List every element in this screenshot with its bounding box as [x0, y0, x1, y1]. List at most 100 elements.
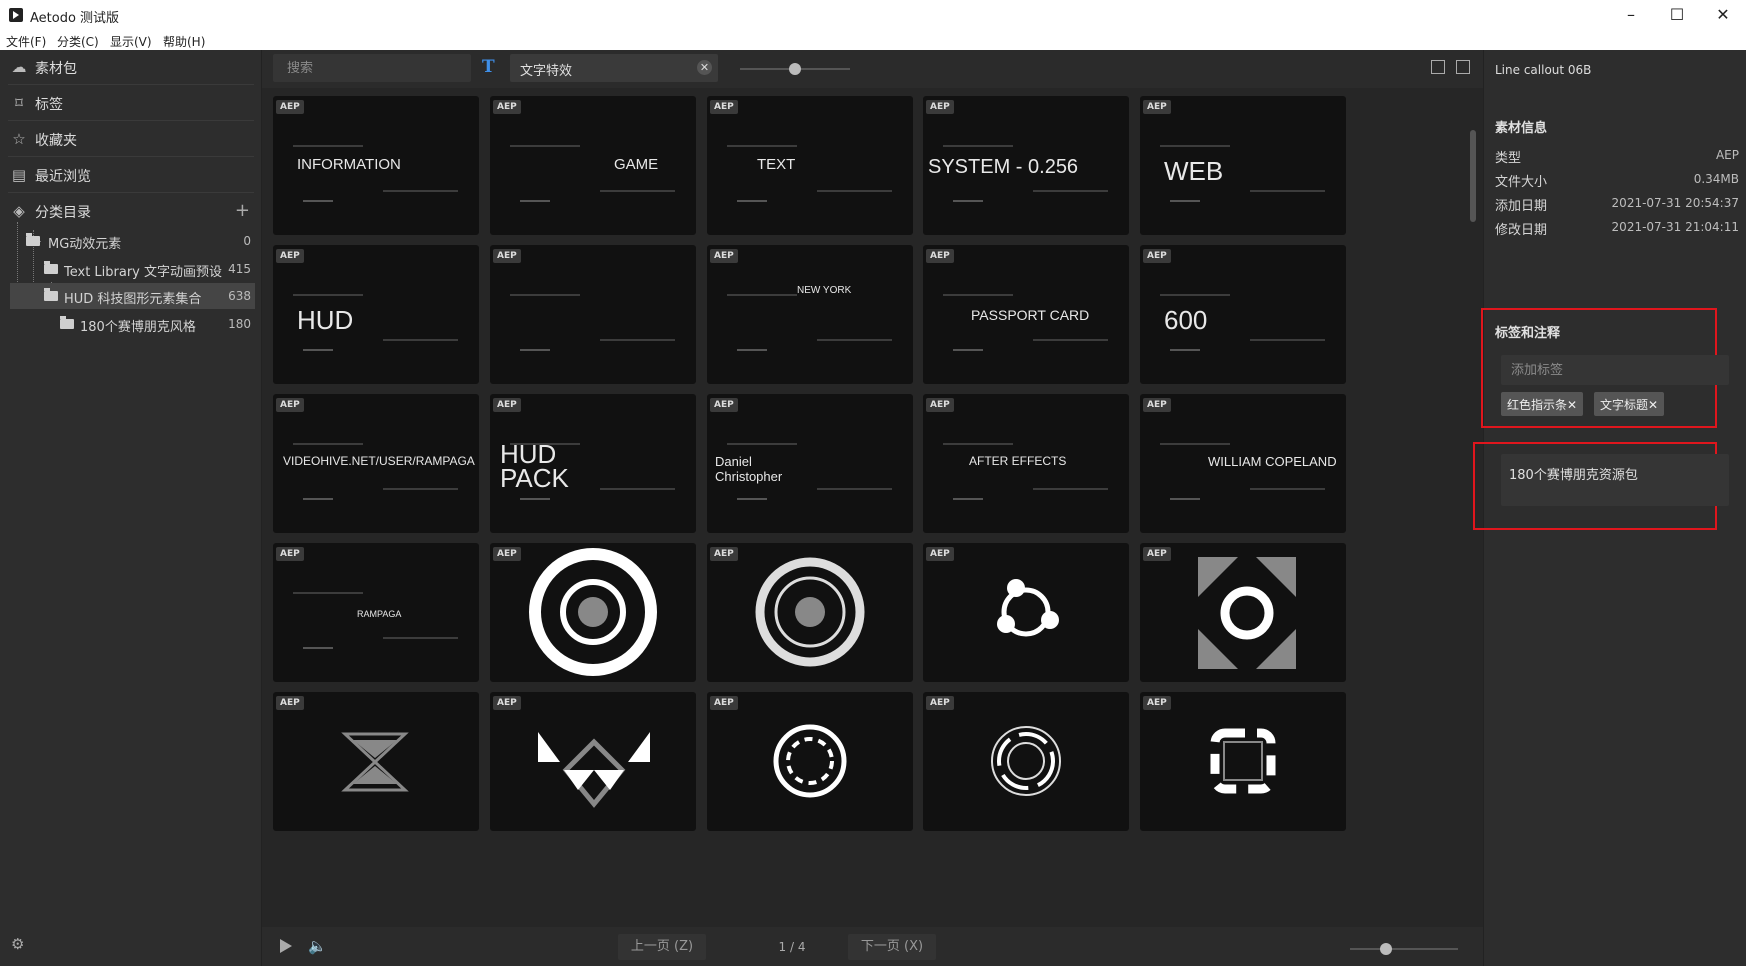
play-icon[interactable]	[280, 939, 292, 953]
thumbnail-caption: SYSTEM - 0.256	[928, 156, 1079, 178]
asset-card[interactable]: AEP	[1140, 692, 1346, 831]
toggle-right-panel-icon[interactable]	[1456, 60, 1470, 74]
search-input[interactable]	[273, 54, 471, 82]
asset-card[interactable]: AEP	[707, 543, 913, 682]
close-button[interactable]: ✕	[1700, 0, 1746, 30]
format-badge: AEP	[276, 100, 304, 114]
asset-card[interactable]: AEP RAMPAGA	[273, 543, 479, 682]
thumbnail-caption: AFTER EFFECTS	[969, 454, 1067, 468]
tag-pill[interactable]: 文字标题✕	[1594, 392, 1665, 416]
tag-pill[interactable]: 红色指示条✕	[1501, 392, 1584, 416]
asset-card[interactable]: AEP	[490, 245, 696, 384]
slider-handle[interactable]	[1380, 943, 1392, 955]
toolbar: T 文字特效 ✕	[262, 50, 1483, 88]
grid-scrollbar[interactable]	[1470, 130, 1476, 222]
volume-icon[interactable]: 🔈	[308, 937, 327, 955]
info-key: 文件大小	[1495, 175, 1548, 190]
add-tag-input[interactable]	[1501, 355, 1729, 385]
asset-card[interactable]: AEP	[1140, 543, 1346, 682]
asset-thumbnail	[997, 579, 1059, 637]
menu-file[interactable]: 文件(F)	[6, 33, 46, 50]
asset-thumbnail	[773, 724, 847, 798]
asset-thumbnail	[727, 145, 892, 202]
tree-label: 180个赛博朋克风格	[80, 320, 196, 335]
gear-icon[interactable]: ⚙	[11, 935, 24, 953]
asset-card[interactable]: AEP SYSTEM - 0.256	[923, 96, 1129, 235]
info-row: 文件大小 0.34MB	[1495, 171, 1739, 191]
page-indicator: 1 / 4	[778, 940, 806, 954]
thumbnail-caption: HUD	[297, 305, 354, 335]
menu-help[interactable]: 帮助(H)	[163, 33, 205, 50]
thumbnail-size-slider[interactable]	[740, 63, 850, 75]
note-field[interactable]: 180个赛博朋克资源包	[1501, 454, 1729, 506]
active-filter-chip[interactable]: 文字特效 ✕	[510, 54, 718, 82]
nav-packages[interactable]: ☁ 素材包	[0, 50, 262, 84]
thumbnail-caption: HUD PACK	[500, 439, 569, 493]
folder-icon	[60, 316, 74, 329]
menu-bar: 文件(F) 分类(C) 显示(V) 帮助(H)	[0, 30, 1746, 50]
asset-thumbnail	[529, 548, 657, 676]
asset-card[interactable]: AEP PASSPORT CARD	[923, 245, 1129, 384]
info-heading: 素材信息	[1495, 121, 1548, 136]
asset-card[interactable]: AEP	[707, 692, 913, 831]
format-badge: AEP	[926, 696, 954, 710]
nav-categories[interactable]: ◈ 分类目录 +	[0, 194, 262, 228]
menu-view[interactable]: 显示(V)	[110, 33, 152, 50]
layers-icon: ◈	[13, 202, 25, 220]
thumbnail-caption: TEXT	[757, 156, 796, 173]
slider-handle[interactable]	[789, 63, 801, 75]
asset-card[interactable]: AEP GAME	[490, 96, 696, 235]
nav-label: 分类目录	[35, 205, 91, 221]
nav-label: 素材包	[35, 61, 77, 77]
item-name: Line callout 06B	[1495, 63, 1592, 77]
nav-label: 标签	[35, 97, 63, 113]
toggle-left-panel-icon[interactable]	[1431, 60, 1445, 74]
tree-item-cyberpunk[interactable]: 180个赛博朋克风格 180	[10, 311, 255, 337]
thumbnail-caption: NEW YORK	[797, 285, 852, 296]
asset-card[interactable]: AEP HUD	[273, 245, 479, 384]
tree-item-mg[interactable]: MG动效元素 0	[10, 228, 255, 254]
asset-card[interactable]: AEP WILLIAM COPELAND	[1140, 394, 1346, 533]
asset-thumbnail	[991, 726, 1061, 796]
nav-favorites[interactable]: ☆ 收藏夹	[0, 122, 262, 156]
asset-card[interactable]: AEP INFORMATION	[273, 96, 479, 235]
search-box[interactable]	[273, 54, 471, 82]
maximize-button[interactable]: ☐	[1654, 0, 1700, 30]
add-tag-field[interactable]	[1501, 355, 1729, 385]
prev-page-button[interactable]: 上一页 (Z)	[618, 934, 706, 960]
next-page-button[interactable]: 下一页 (X)	[848, 934, 936, 960]
asset-card[interactable]: AEP	[490, 543, 696, 682]
divider	[8, 120, 254, 121]
format-badge: AEP	[493, 249, 521, 263]
format-badge: AEP	[710, 696, 738, 710]
nav-recent[interactable]: ▤ 最近浏览	[0, 158, 262, 192]
tree-item-hud[interactable]: HUD 科技图形元素集合 638	[10, 283, 255, 309]
asset-thumbnail	[538, 732, 650, 808]
asset-card[interactable]: AEP	[273, 692, 479, 831]
format-badge: AEP	[493, 547, 521, 561]
asset-card[interactable]: AEP AFTER EFFECTS	[923, 394, 1129, 533]
menu-category[interactable]: 分类(C)	[57, 33, 99, 50]
text-type-icon[interactable]: T	[482, 57, 495, 77]
asset-card[interactable]: AEP WEB	[1140, 96, 1346, 235]
asset-card[interactable]: AEP 600	[1140, 245, 1346, 384]
tree-item-text-library[interactable]: Text Library 文字动画预设 415	[10, 256, 255, 282]
window-title: Aetodo 测试版	[30, 11, 120, 26]
asset-card[interactable]: AEP Daniel Christopher	[707, 394, 913, 533]
asset-card[interactable]: AEP NEW YORK	[707, 245, 913, 384]
history-icon: ▤	[11, 166, 27, 184]
tree-count: 415	[228, 262, 251, 276]
asset-card[interactable]: AEP	[923, 692, 1129, 831]
minimize-button[interactable]: –	[1608, 0, 1654, 30]
nav-tags[interactable]: ⌑ 标签	[0, 86, 262, 120]
asset-card[interactable]: AEP HUD PACK	[490, 394, 696, 533]
preview-size-slider[interactable]	[1350, 943, 1458, 955]
close-icon[interactable]: ✕	[697, 60, 712, 75]
asset-card[interactable]: AEP	[923, 543, 1129, 682]
asset-card[interactable]: AEP TEXT	[707, 96, 913, 235]
asset-card[interactable]: AEP	[490, 692, 696, 831]
asset-card[interactable]: AEP VIDEOHIVE.NET/USER/RAMPAGA	[273, 394, 479, 533]
format-badge: AEP	[1143, 547, 1171, 561]
add-category-button[interactable]: +	[235, 200, 250, 221]
format-badge: AEP	[1143, 100, 1171, 114]
